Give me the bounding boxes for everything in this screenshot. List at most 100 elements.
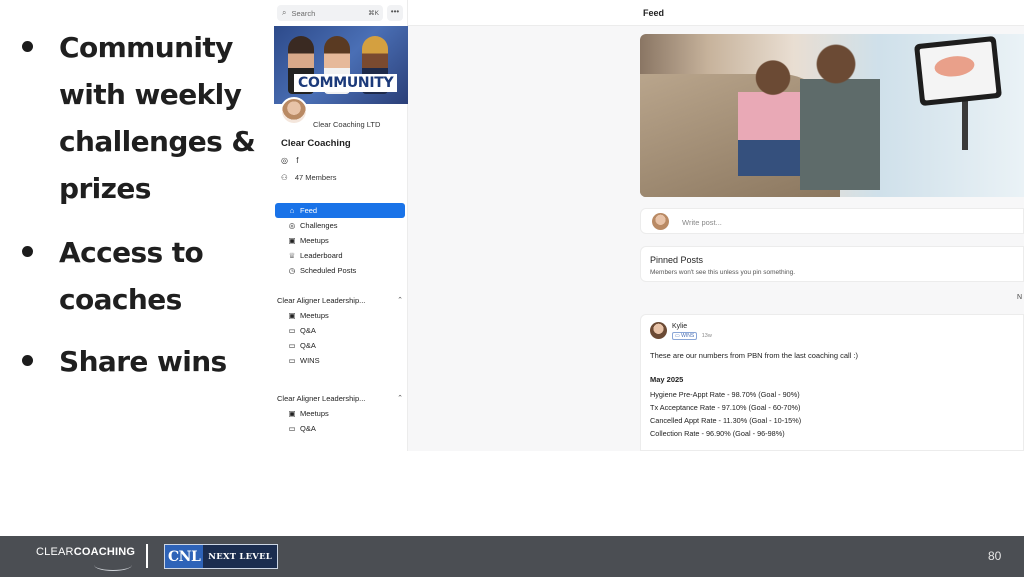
chevron-up-icon[interactable]: ⌃: [397, 296, 403, 305]
bullet-text: Community with weekly challenges & prize…: [59, 31, 256, 205]
cnl-mark: CNL: [165, 545, 204, 568]
org-name: Clear Coaching LTD: [313, 120, 381, 129]
post-month: May 2025: [650, 375, 684, 384]
sidebar-item-label: Q&A: [300, 424, 316, 433]
facebook-icon[interactable]: f: [296, 156, 298, 165]
group-header[interactable]: Clear Aligner Leadership... ⌃: [277, 394, 403, 403]
stat-line: Tx Acceptance Rate - 97.10% (Goal - 60-7…: [650, 403, 801, 412]
search-icon: ⌕: [282, 8, 287, 17]
monitor-icon: ▭: [288, 424, 296, 433]
social-links: ◎ f: [281, 156, 304, 165]
avatar[interactable]: [650, 322, 667, 339]
stat-line: Collection Rate - 96.90% (Goal - 96-98%): [650, 429, 785, 438]
sidebar-item-qa[interactable]: ▭ Q&A: [275, 421, 405, 436]
stat-line: Cancelled Appt Rate - 11.30% (Goal - 10-…: [650, 416, 802, 425]
target-icon: ◎: [288, 221, 296, 230]
members-label: 47 Members: [294, 173, 337, 182]
search-shortcut: ⌘K: [368, 10, 379, 17]
avatar[interactable]: [280, 97, 308, 125]
sidebar-item-label: Feed: [300, 206, 318, 215]
more-dots-icon[interactable]: •••: [387, 5, 403, 21]
stray-text: N: [1017, 294, 1023, 301]
chevron-up-icon[interactable]: ⌃: [397, 394, 403, 403]
monitor-icon: ▭: [288, 341, 296, 350]
calendar-icon: ▣: [288, 236, 296, 245]
sidebar-item-label: WINS: [300, 356, 320, 365]
footer-bar: CLEARCOACHING CNL NEXT LEVEL 80: [0, 536, 1024, 577]
post-stats: Hygiene Pre-Appt Rate - 98.70% (Goal - 9…: [650, 388, 801, 440]
clear-coaching-logo: CLEARCOACHING: [36, 546, 135, 571]
page-title: Feed: [643, 8, 665, 18]
channel-label: WINS: [681, 333, 695, 339]
nav-list: ⌂ Feed ◎ Challenges ▣ Meetups ♕ Leaderbo…: [275, 203, 405, 278]
group-title: Clear Aligner Leadership...: [277, 394, 366, 403]
avatar: [652, 213, 669, 230]
monitor-arm: [962, 100, 968, 150]
sidebar-item-label: Scheduled Posts: [300, 266, 357, 275]
cnl-logo: CNL NEXT LEVEL: [164, 544, 278, 569]
sidebar-item-meetups[interactable]: ▣ Meetups: [275, 406, 405, 421]
sidebar: ⌕ Search ⌘K ••• COMMUNITY Clear Coaching…: [274, 0, 408, 451]
home-icon: ⌂: [289, 206, 295, 215]
sidebar-item-label: Q&A: [300, 326, 316, 335]
group-title: Clear Aligner Leadership...: [277, 296, 366, 305]
hygienist-figure: [800, 40, 880, 190]
sidebar-item-feed[interactable]: ⌂ Feed: [275, 203, 405, 218]
bullet-item: Access to coaches: [14, 229, 264, 323]
sidebar-item-qa[interactable]: ▭ Q&A: [275, 323, 405, 338]
monitor-icon: ▭: [288, 356, 296, 365]
channel-badge[interactable]: ▭ WINS: [672, 332, 698, 340]
next-level-text: NEXT LEVEL: [208, 551, 272, 562]
sidebar-item-challenges[interactable]: ◎ Challenges: [275, 218, 405, 233]
community-name: Clear Coaching: [281, 138, 351, 149]
post-age: 13w: [701, 333, 712, 339]
calendar-icon: ▣: [288, 409, 296, 418]
post-composer[interactable]: Write post...: [640, 208, 1024, 234]
top-bar: [408, 0, 1024, 26]
hero-image: [640, 34, 1024, 197]
banner-word: COMMUNITY: [294, 74, 398, 92]
post-author[interactable]: Kylie: [672, 323, 687, 330]
sidebar-item-label: Challenges: [300, 221, 338, 230]
page-number: 80: [988, 549, 1002, 563]
sidebar-item-meetups[interactable]: ▣ Meetups: [275, 308, 405, 323]
sidebar-item-scheduled-posts[interactable]: ◷ Scheduled Posts: [275, 263, 405, 278]
sidebar-item-label: Q&A: [300, 341, 316, 350]
group-header[interactable]: Clear Aligner Leadership... ⌃: [277, 296, 403, 305]
clock-icon: ◷: [288, 266, 296, 275]
bullet-text: Share wins: [59, 345, 227, 378]
search-input[interactable]: ⌕ Search ⌘K: [277, 5, 383, 21]
sidebar-item-qa[interactable]: ▭ Q&A: [275, 338, 405, 353]
instagram-icon[interactable]: ◎: [281, 156, 288, 165]
logo-divider: [146, 544, 148, 568]
post-card[interactable]: Kylie ▭ WINS 13w These are our numbers f…: [640, 314, 1024, 451]
group-list: ▣ Meetups ▭ Q&A: [275, 406, 405, 436]
app-screenshot: Feed ⌕ Search ⌘K ••• COMMUNITY Clear Coa…: [274, 0, 1024, 451]
calendar-icon: ▣: [288, 311, 296, 320]
patient-figure: [738, 56, 808, 176]
post-meta: ▭ WINS 13w: [672, 332, 712, 340]
bullet-text: Access to coaches: [59, 236, 204, 316]
group-list: ▣ Meetups ▭ Q&A ▭ Q&A ▭ WINS: [275, 308, 405, 368]
bullet-dot-icon: [22, 41, 33, 52]
logo-swoosh-icon: [94, 559, 132, 571]
logo-text-clear: CLEAR: [36, 546, 74, 558]
bullet-list: Community with weekly challenges & prize…: [14, 24, 264, 385]
sidebar-item-label: Leaderboard: [300, 251, 343, 260]
pinned-posts-card: Pinned Posts Members won't see this unle…: [640, 246, 1024, 282]
pinned-subtitle: Members won't see this unless you pin so…: [650, 269, 796, 276]
search-placeholder: Search: [291, 8, 316, 18]
sidebar-item-leaderboard[interactable]: ♕ Leaderboard: [275, 248, 405, 263]
sidebar-item-meetups[interactable]: ▣ Meetups: [275, 233, 405, 248]
monitor-icon: ▭: [288, 326, 296, 335]
stat-line: Hygiene Pre-Appt Rate - 98.70% (Goal - 9…: [650, 390, 800, 399]
sidebar-item-wins[interactable]: ▭ WINS: [275, 353, 405, 368]
bullet-item: Community with weekly challenges & prize…: [14, 24, 264, 212]
members-count[interactable]: ⚇ 47 Members: [281, 173, 337, 182]
bullet-dot-icon: [22, 355, 33, 366]
trophy-icon: ♕: [288, 251, 296, 260]
sidebar-item-label: Meetups: [300, 236, 329, 245]
sidebar-item-label: Meetups: [300, 409, 329, 418]
composer-placeholder: Write post...: [682, 218, 722, 227]
post-body: These are our numbers from PBN from the …: [650, 351, 859, 360]
